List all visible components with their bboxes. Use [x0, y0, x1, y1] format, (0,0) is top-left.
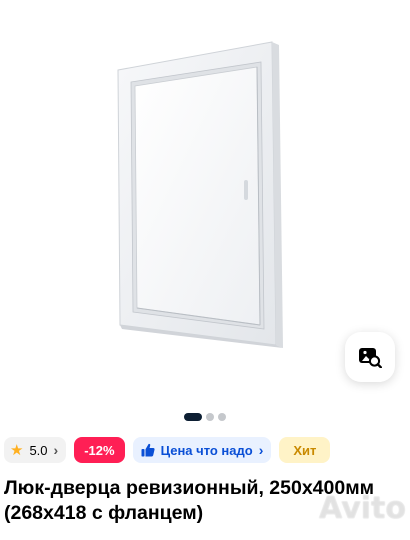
pager-dot-active[interactable] — [184, 413, 202, 421]
chevron-right-icon: › — [258, 442, 264, 458]
gallery-pager — [0, 413, 410, 421]
pager-dot[interactable] — [206, 413, 214, 421]
rating-value: 5.0 — [29, 442, 48, 458]
hit-badge: Хит — [279, 437, 331, 463]
thumbs-up-icon — [141, 443, 155, 457]
pager-dot[interactable] — [218, 413, 226, 421]
image-search-icon — [359, 348, 382, 368]
discount-value: -12% — [84, 442, 115, 458]
product-gallery[interactable] — [0, 0, 410, 405]
hit-label: Хит — [293, 442, 317, 458]
discount-badge: -12% — [74, 437, 125, 463]
badges-row: ★ 5.0 › -12% Цена что надо › Хит — [4, 437, 410, 465]
good-price-badge[interactable]: Цена что надо › — [132, 437, 272, 463]
visual-search-button[interactable] — [345, 332, 395, 382]
good-price-label: Цена что надо — [160, 442, 253, 458]
chevron-right-icon: › — [53, 442, 59, 458]
product-listing-page: ★ 5.0 › -12% Цена что надо › Хит Люк-две… — [0, 0, 410, 540]
rating-chip[interactable]: ★ 5.0 › — [4, 437, 67, 463]
listing-title: Люк-дверца ревизионный, 250x400мм (268x4… — [4, 477, 375, 524]
star-icon: ★ — [10, 441, 24, 459]
